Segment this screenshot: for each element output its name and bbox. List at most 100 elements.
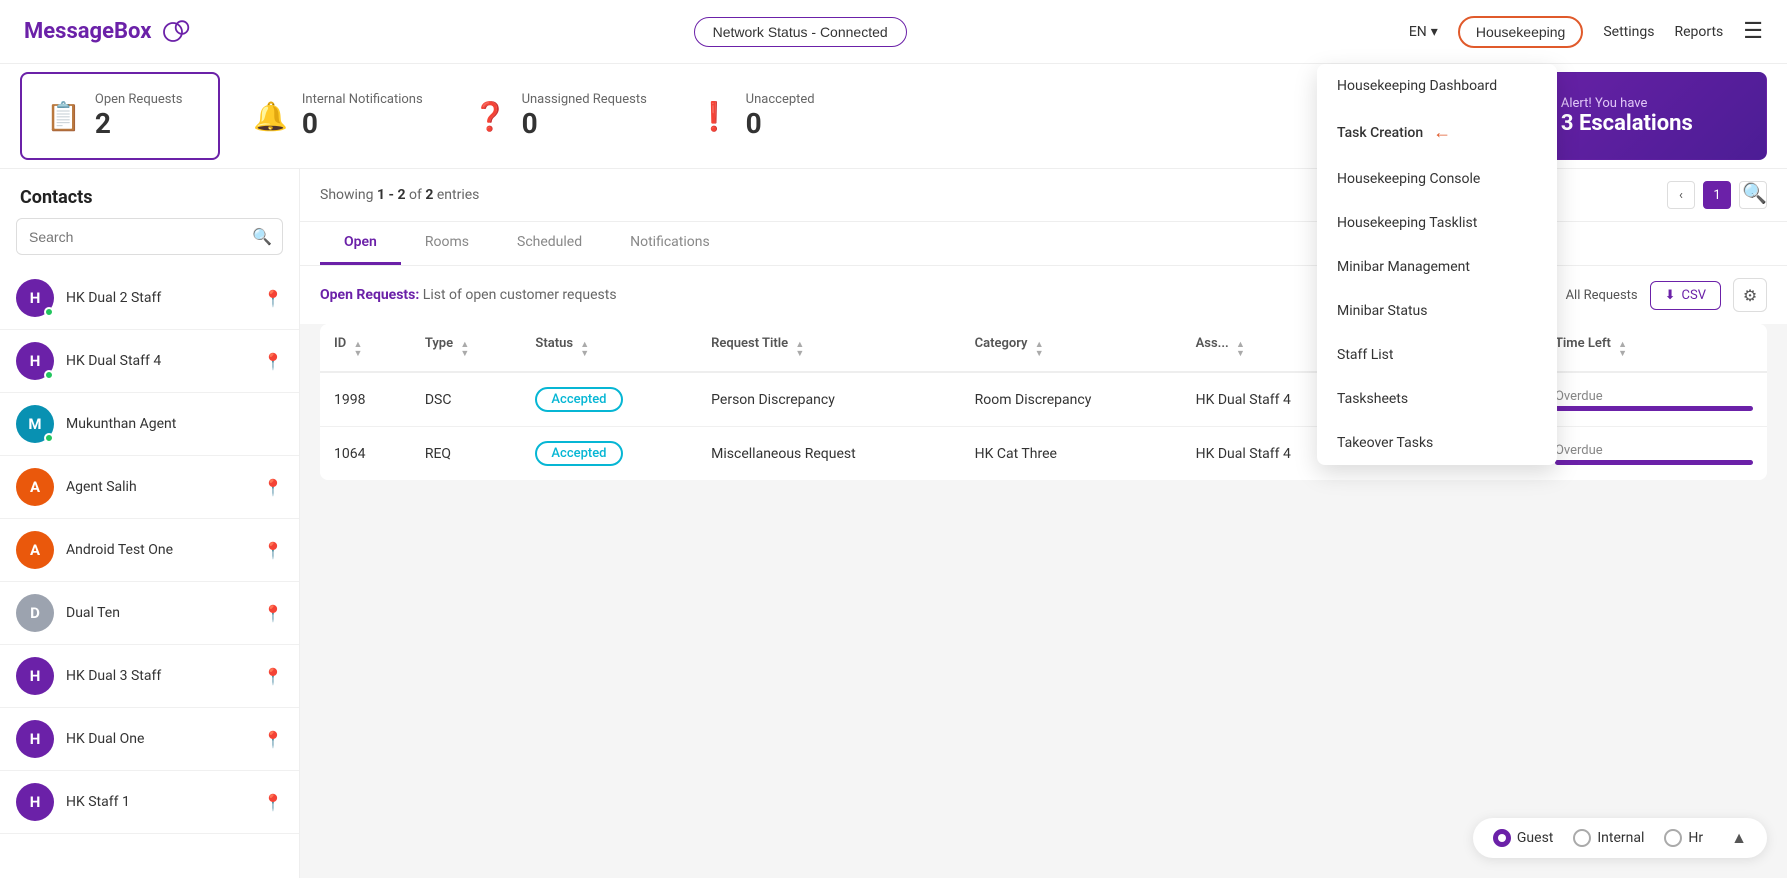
radio-label-guest: Guest xyxy=(1517,830,1553,846)
search-input[interactable] xyxy=(17,221,242,253)
contact-name: HK Dual One xyxy=(66,731,251,747)
col-time-left: Time Left ▲▼ xyxy=(1541,324,1767,372)
location-icon: 📍 xyxy=(263,478,283,497)
dropdown-item-housekeeping-console[interactable]: Housekeeping Console xyxy=(1317,157,1557,201)
col-type: Type ▲▼ xyxy=(411,324,522,372)
hamburger-icon[interactable]: ☰ xyxy=(1743,19,1763,44)
contact-item[interactable]: A Agent Salih 📍 xyxy=(0,456,299,519)
contact-name: Dual Ten xyxy=(66,605,251,621)
contact-item[interactable]: H HK Dual Staff 4 📍 xyxy=(0,330,299,393)
avatar: H xyxy=(16,279,54,317)
contact-list: H HK Dual 2 Staff 📍 H HK Dual Staff 4 📍 … xyxy=(0,267,299,878)
contact-name: HK Dual 3 Staff xyxy=(66,668,251,684)
tab-rooms[interactable]: Rooms xyxy=(401,222,493,265)
csv-button[interactable]: ⬇ CSV xyxy=(1650,281,1721,310)
language-selector[interactable]: EN ▾ xyxy=(1409,24,1438,40)
cell-category: Room Discrepancy xyxy=(961,372,1182,427)
all-requests-filter[interactable]: All Requests xyxy=(1566,288,1638,303)
contact-item[interactable]: H HK Dual 2 Staff 📍 xyxy=(0,267,299,330)
contact-name: HK Dual 2 Staff xyxy=(66,290,251,306)
contact-item[interactable]: H HK Staff 1 📍 xyxy=(0,771,299,834)
location-icon: 📍 xyxy=(263,352,283,371)
stat-unassigned-requests[interactable]: ❓ Unassigned Requests 0 xyxy=(448,64,672,168)
status-badge: Accepted xyxy=(535,441,622,466)
stat-content: Unassigned Requests 0 xyxy=(522,92,647,140)
tab-open[interactable]: Open xyxy=(320,222,401,265)
avatar: D xyxy=(16,594,54,632)
avatar: H xyxy=(16,342,54,380)
stat-label: Unassigned Requests xyxy=(522,92,647,107)
contact-item[interactable]: D Dual Ten 📍 xyxy=(0,582,299,645)
dropdown-item-housekeeping-tasklist[interactable]: Housekeeping Tasklist xyxy=(1317,201,1557,245)
avatar: H xyxy=(16,657,54,695)
search-icon-top-right[interactable]: 🔍 xyxy=(1742,181,1767,205)
toolbar-right: All Requests ⬇ CSV ⚙ xyxy=(1566,278,1767,312)
progress-bar xyxy=(1555,460,1753,465)
dropdown-item-minibar-management[interactable]: Minibar Management xyxy=(1317,245,1557,289)
contact-item[interactable]: H HK Dual One 📍 xyxy=(0,708,299,771)
dropdown-item-label: Minibar Management xyxy=(1337,259,1470,275)
radio-guest[interactable]: Guest xyxy=(1493,829,1553,847)
settings-link[interactable]: Settings xyxy=(1603,24,1654,40)
tab-scheduled[interactable]: Scheduled xyxy=(493,222,606,265)
question-icon: ❓ xyxy=(473,100,508,133)
stat-content: Unaccepted 0 xyxy=(746,92,815,140)
network-status-button[interactable]: Network Status - Connected xyxy=(694,17,907,47)
dropdown-item-housekeeping-dashboard[interactable]: Housekeeping Dashboard xyxy=(1317,64,1557,108)
dropdown-item-staff-list[interactable]: Staff List xyxy=(1317,333,1557,377)
table-settings-button[interactable]: ⚙ xyxy=(1733,278,1767,312)
tab-notifications[interactable]: Notifications xyxy=(606,222,734,265)
escalation-content: Alert! You have 3 Escalations xyxy=(1561,96,1693,136)
cell-id: 1064 xyxy=(320,427,411,481)
dropdown-item-label: Staff List xyxy=(1337,347,1393,363)
overdue-label: Overdue xyxy=(1555,443,1753,458)
chevron-up-icon[interactable]: ▲ xyxy=(1731,828,1747,848)
page-1-button[interactable]: 1 xyxy=(1703,181,1731,209)
download-icon: ⬇ xyxy=(1665,288,1676,303)
dropdown-menu: Housekeeping Dashboard Task Creation ← H… xyxy=(1317,64,1557,465)
stat-label: Internal Notifications xyxy=(302,92,423,107)
cell-status: Accepted xyxy=(521,372,697,427)
stat-open-requests[interactable]: 📋 Open Requests 2 xyxy=(20,72,220,160)
stat-unaccepted[interactable]: ❗ Unaccepted 0 xyxy=(672,64,872,168)
dropdown-item-minibar-status[interactable]: Minibar Status xyxy=(1317,289,1557,333)
dropdown-item-task-creation[interactable]: Task Creation ← xyxy=(1317,108,1557,157)
bottom-bar: Guest Internal Hr ▲ xyxy=(1473,818,1767,858)
dropdown-item-takeover-tasks[interactable]: Takeover Tasks xyxy=(1317,421,1557,465)
logo: MessageBox xyxy=(24,19,191,44)
location-icon: 📍 xyxy=(263,667,283,686)
contact-item[interactable]: M Mukunthan Agent xyxy=(0,393,299,456)
location-icon: 📍 xyxy=(263,604,283,623)
reports-link[interactable]: Reports xyxy=(1674,24,1723,40)
contact-item[interactable]: H HK Dual 3 Staff 📍 xyxy=(0,645,299,708)
location-icon: 📍 xyxy=(263,289,283,308)
contact-name: HK Dual Staff 4 xyxy=(66,353,251,369)
table-label: Open Requests: List of open customer req… xyxy=(320,287,617,303)
logo-icon xyxy=(155,20,191,44)
overdue-label: Overdue xyxy=(1555,389,1753,404)
entries-info: Showing 1 - 2 of 2 entries xyxy=(320,187,479,203)
search-box: 🔍 xyxy=(16,218,283,255)
stat-internal-notifications[interactable]: 🔔 Internal Notifications 0 xyxy=(228,64,448,168)
stat-value: 0 xyxy=(522,107,647,140)
contact-item[interactable]: A Android Test One 📍 xyxy=(0,519,299,582)
col-id: ID ▲▼ xyxy=(320,324,411,372)
radio-internal[interactable]: Internal xyxy=(1573,829,1644,847)
avatar: H xyxy=(16,783,54,821)
cell-category: HK Cat Three xyxy=(961,427,1182,481)
housekeeping-button[interactable]: Housekeeping xyxy=(1458,16,1584,48)
location-icon: 📍 xyxy=(263,541,283,560)
dropdown-item-tasksheets[interactable]: Tasksheets xyxy=(1317,377,1557,421)
search-icon[interactable]: 🔍 xyxy=(242,219,282,254)
dropdown-item-label: Housekeeping Tasklist xyxy=(1337,215,1477,231)
radio-circle-hr xyxy=(1664,829,1682,847)
col-status: Status ▲▼ xyxy=(521,324,697,372)
avatar: A xyxy=(16,468,54,506)
online-indicator xyxy=(44,370,54,380)
content-area: Showing 1 - 2 of 2 entries ‹ 1 › 🔍 Open … xyxy=(300,169,1787,878)
dropdown-item-label: Takeover Tasks xyxy=(1337,435,1433,451)
overdue-bar: Overdue xyxy=(1555,443,1753,465)
radio-hr[interactable]: Hr xyxy=(1664,829,1703,847)
prev-page-button[interactable]: ‹ xyxy=(1667,181,1695,209)
cell-type: REQ xyxy=(411,427,522,481)
